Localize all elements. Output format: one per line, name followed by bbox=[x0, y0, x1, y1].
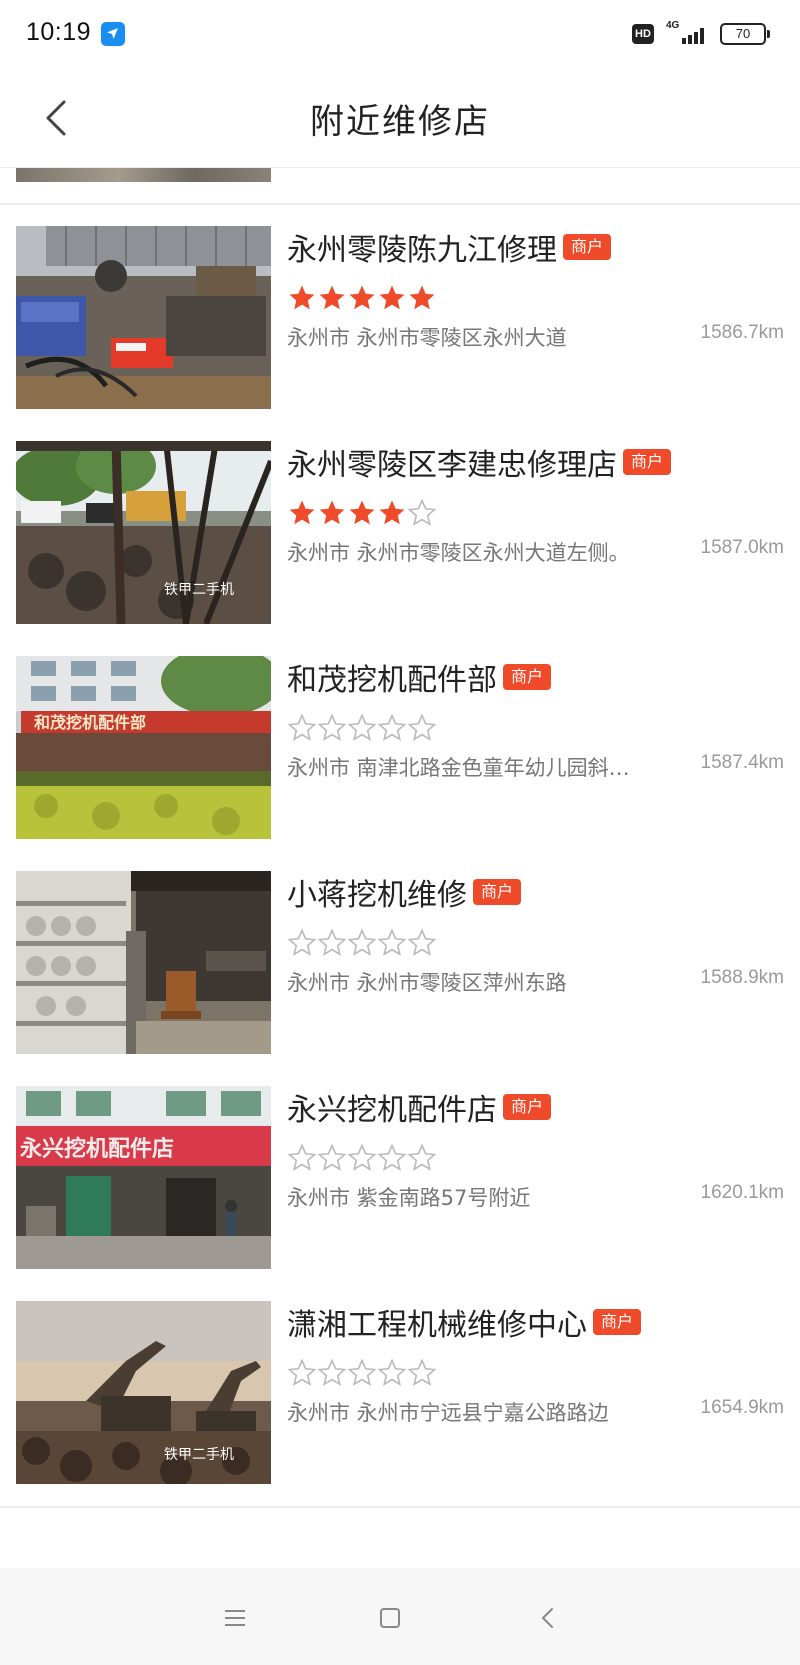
star-filled-icon bbox=[289, 500, 315, 525]
battery-icon: 70 bbox=[720, 23, 770, 45]
menu-icon bbox=[225, 1610, 245, 1626]
star-empty-icon bbox=[407, 1358, 437, 1386]
star-empty-icon bbox=[377, 1358, 407, 1386]
rating-stars bbox=[287, 713, 437, 743]
star-filled-icon bbox=[349, 285, 375, 310]
shop-photo bbox=[16, 226, 271, 409]
shop-list-item[interactable]: 永州零陵陈九江修理 商户 永州市 永州市零陵区永州大道 1586.7km bbox=[0, 205, 800, 433]
shop-address: 永州市 永州市零陵区萍州东路 bbox=[287, 971, 567, 995]
shop-name: 永兴挖机配件店 bbox=[287, 1093, 497, 1128]
shop-address: 永州市 永州市零陵区永州大道 bbox=[287, 326, 567, 350]
svg-text:永兴挖机配件店: 永兴挖机配件店 bbox=[20, 1136, 174, 1162]
star-filled-icon bbox=[349, 500, 375, 525]
svg-text:铁甲二手机: 铁甲二手机 bbox=[164, 1447, 234, 1463]
hd-indicator: HD bbox=[632, 24, 654, 44]
merchant-badge: 商户 bbox=[503, 1094, 552, 1120]
shop-list-item[interactable]: 铁甲二手机 潇湘工程机械维修中心 商户 永州市 永州市宁远县宁嘉公路路边 165… bbox=[0, 1280, 800, 1508]
shop-distance: 1654.9km bbox=[700, 1397, 784, 1418]
star-empty-icon bbox=[407, 1143, 437, 1171]
rating-stars bbox=[287, 928, 437, 958]
merchant-badge: 商户 bbox=[503, 664, 552, 690]
rating-stars bbox=[287, 498, 437, 528]
system-back-button[interactable] bbox=[520, 1590, 576, 1646]
shop-photo bbox=[16, 168, 271, 182]
shop-distance: 1587.0km bbox=[700, 537, 784, 558]
shop-list[interactable]: 永州零陵陈九江修理 商户 永州市 永州市零陵区永州大道 1586.7km 铁甲二… bbox=[0, 168, 800, 1568]
star-empty-icon bbox=[317, 1143, 347, 1171]
star-empty-icon bbox=[407, 498, 437, 526]
shop-address: 永州市 永州市零陵区永州大道左侧。 bbox=[287, 541, 630, 565]
star-empty-icon bbox=[377, 1143, 407, 1171]
page-title: 附近维修店 bbox=[310, 102, 490, 142]
shop-distance: 1588.9km bbox=[700, 967, 784, 988]
shop-distance: 1587.4km bbox=[700, 752, 784, 773]
merchant-badge: 商户 bbox=[623, 449, 672, 475]
shop-photo: 铁甲二手机 bbox=[16, 1301, 271, 1484]
star-filled-icon bbox=[379, 285, 405, 310]
list-item-partial[interactable] bbox=[0, 168, 800, 205]
home-square-icon bbox=[380, 1608, 400, 1628]
star-filled-icon bbox=[379, 500, 405, 525]
star-empty-icon bbox=[287, 1358, 317, 1386]
shop-name: 永州零陵陈九江修理 bbox=[287, 233, 557, 268]
shop-address: 永州市 紫金南路57号附近 bbox=[287, 1186, 531, 1210]
shop-address: 永州市 永州市宁远县宁嘉公路路边 bbox=[287, 1401, 609, 1425]
star-empty-icon bbox=[287, 928, 317, 956]
star-empty-icon bbox=[287, 1143, 317, 1171]
shop-photo bbox=[16, 871, 271, 1054]
star-empty-icon bbox=[317, 713, 347, 741]
system-nav-bar bbox=[0, 1568, 800, 1665]
shop-name: 潇湘工程机械维修中心 bbox=[287, 1308, 587, 1343]
star-empty-icon bbox=[407, 713, 437, 741]
star-filled-icon bbox=[319, 285, 345, 310]
back-triangle-icon bbox=[542, 1608, 553, 1628]
star-empty-icon bbox=[347, 928, 377, 956]
star-empty-icon bbox=[317, 928, 347, 956]
shop-name: 小蒋挖机维修 bbox=[287, 878, 467, 913]
star-empty-icon bbox=[287, 713, 317, 741]
merchant-badge: 商户 bbox=[593, 1309, 642, 1335]
app-header: 附近维修店 bbox=[0, 70, 800, 168]
signal-icon: 4G bbox=[666, 20, 708, 48]
paper-plane-icon bbox=[101, 22, 125, 46]
status-time: 10:19 bbox=[26, 18, 92, 46]
star-empty-icon bbox=[347, 1358, 377, 1386]
shop-name: 永州零陵区李建忠修理店 bbox=[287, 448, 617, 483]
star-empty-icon bbox=[377, 713, 407, 741]
merchant-badge: 商户 bbox=[563, 234, 612, 260]
shop-name: 和茂挖机配件部 bbox=[287, 663, 497, 698]
star-empty-icon bbox=[347, 1143, 377, 1171]
star-empty-icon bbox=[317, 1358, 347, 1386]
shop-list-item[interactable]: 和茂挖机配件部 和茂挖机配件部 商户 永州市 南津北路金色童年幼儿园斜… 158… bbox=[0, 635, 800, 863]
home-button[interactable] bbox=[362, 1590, 418, 1646]
shop-list-item[interactable]: 永兴挖机配件店 永兴挖机配件店 商户 永州市 紫金南路57号附近 1620.1k… bbox=[0, 1065, 800, 1293]
svg-text:和茂挖机配件部: 和茂挖机配件部 bbox=[34, 713, 146, 732]
merchant-badge: 商户 bbox=[473, 879, 522, 905]
menu-button[interactable] bbox=[207, 1590, 263, 1646]
shop-list-item[interactable]: 铁甲二手机 永州零陵区李建忠修理店 商户 永州市 永州市零陵区永州大道左侧。 1… bbox=[0, 420, 800, 648]
star-empty-icon bbox=[407, 928, 437, 956]
battery-level: 70 bbox=[735, 26, 751, 41]
shop-list-item[interactable]: 小蒋挖机维修 商户 永州市 永州市零陵区萍州东路 1588.9km bbox=[0, 850, 800, 1078]
svg-text:铁甲二手机: 铁甲二手机 bbox=[164, 582, 234, 598]
star-empty-icon bbox=[377, 928, 407, 956]
star-filled-icon bbox=[289, 285, 315, 310]
rating-stars bbox=[287, 1358, 437, 1388]
status-bar: 10:19 HD 4G 70 bbox=[0, 0, 800, 70]
shop-photo: 永兴挖机配件店 bbox=[16, 1086, 271, 1269]
star-filled-icon bbox=[409, 285, 435, 310]
network-type-label: 4G bbox=[666, 20, 680, 31]
shop-distance: 1620.1km bbox=[700, 1182, 784, 1203]
shop-photo: 铁甲二手机 bbox=[16, 441, 271, 624]
rating-stars bbox=[287, 283, 437, 313]
shop-distance: 1586.7km bbox=[700, 322, 784, 343]
shop-photo: 和茂挖机配件部 bbox=[16, 656, 271, 839]
shop-address: 永州市 南津北路金色童年幼儿园斜… bbox=[287, 756, 630, 780]
rating-stars bbox=[287, 1143, 437, 1173]
star-empty-icon bbox=[347, 713, 377, 741]
star-filled-icon bbox=[319, 500, 345, 525]
